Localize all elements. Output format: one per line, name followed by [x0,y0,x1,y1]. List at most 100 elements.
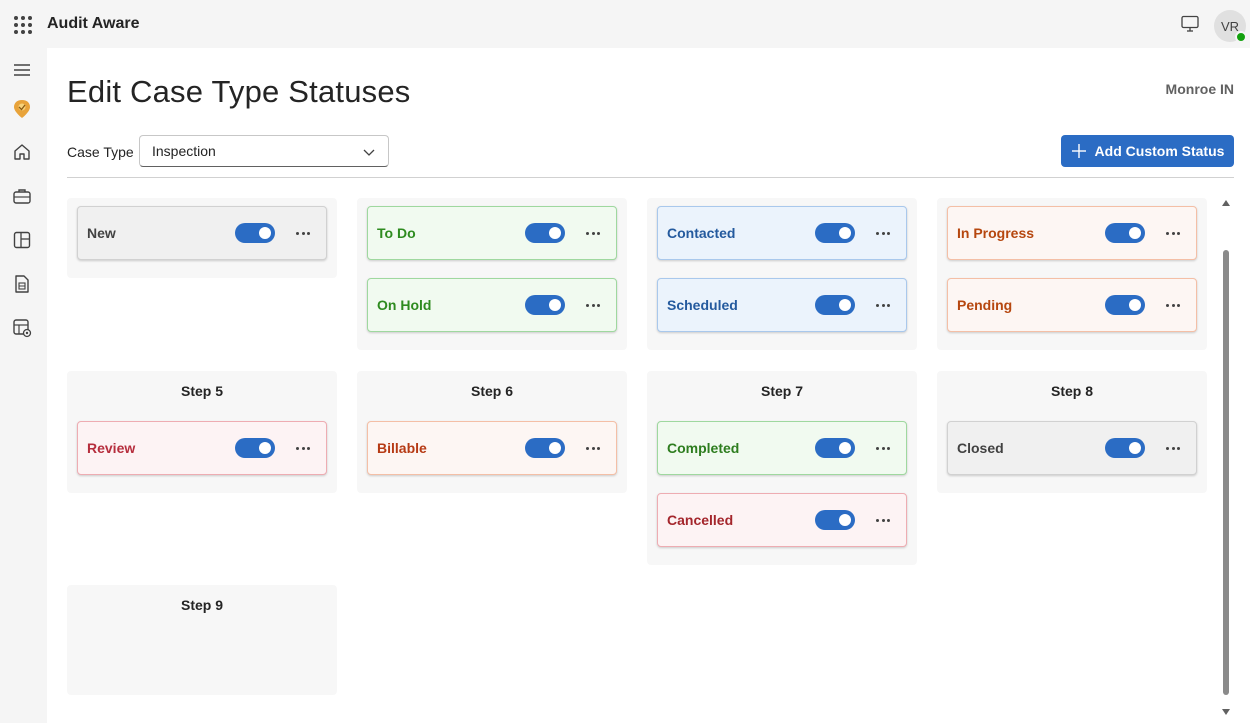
toggle-knob [839,514,851,526]
status-enabled-toggle[interactable] [815,510,855,530]
status-label: In Progress [957,225,1035,241]
more-options-icon[interactable] [874,296,892,314]
case-type-value: Inspection [152,143,216,159]
divider [67,177,1234,178]
more-options-icon[interactable] [874,439,892,457]
document-table-icon[interactable] [11,273,33,295]
more-options-icon[interactable] [1164,224,1182,242]
status-card[interactable]: To Do [367,206,617,260]
more-options-icon[interactable] [1164,439,1182,457]
plus-icon [1071,144,1086,158]
toggle-knob [839,442,851,454]
monitor-icon[interactable] [1180,15,1200,33]
more-options-icon[interactable] [294,224,312,242]
status-label: Pending [957,297,1013,313]
status-column: Step 8 Closed [937,371,1207,493]
more-options-icon[interactable] [584,224,602,242]
status-column: New [67,198,337,278]
status-enabled-toggle[interactable] [815,295,855,315]
scrollbar-thumb[interactable] [1223,250,1229,695]
toggle-knob [549,299,561,311]
status-enabled-toggle[interactable] [1105,223,1145,243]
status-card[interactable]: Billable [367,421,617,475]
scroll-up-arrow-icon[interactable] [1222,200,1230,206]
app-launcher-icon[interactable] [14,16,32,34]
column-title: Step 6 [470,383,513,399]
column-title: Step 5 [180,383,223,399]
status-card[interactable]: In Progress [947,206,1197,260]
toggle-knob [1129,227,1141,239]
toggle-knob [259,227,271,239]
status-card[interactable]: Completed [657,421,907,475]
more-options-icon[interactable] [294,439,312,457]
status-label: Cancelled [667,512,734,528]
status-enabled-toggle[interactable] [815,223,855,243]
status-enabled-toggle[interactable] [1105,438,1145,458]
case-type-dropdown[interactable]: Inspection [139,135,389,167]
toggle-knob [839,227,851,239]
status-column: To Do On Hold [357,198,627,350]
more-options-icon[interactable] [1164,296,1182,314]
status-label: Closed [957,440,1004,456]
left-nav-rail [0,48,47,723]
status-enabled-toggle[interactable] [525,438,565,458]
settings-table-icon[interactable] [11,317,33,339]
chevron-down-icon [363,149,375,156]
status-card[interactable]: Scheduled [657,278,907,332]
more-options-icon[interactable] [874,511,892,529]
user-initials: VR [1220,18,1240,34]
status-label: On Hold [377,297,432,313]
status-column: In Progress Pending [937,198,1207,350]
status-column: Step 9 [67,585,337,695]
status-enabled-toggle[interactable] [525,295,565,315]
vertical-scrollbar[interactable] [1220,200,1232,715]
status-label: New [87,225,116,241]
add-custom-status-button[interactable]: Add Custom Status [1061,135,1234,167]
top-bar: Audit Aware VR [0,0,1250,48]
page-title: Edit Case Type Statuses [67,74,411,109]
menu-icon[interactable] [11,59,33,81]
status-card[interactable]: Review [77,421,327,475]
status-card[interactable]: On Hold [367,278,617,332]
status-enabled-toggle[interactable] [525,223,565,243]
toggle-knob [259,442,271,454]
organization-name: Monroe IN [1165,81,1234,97]
status-enabled-toggle[interactable] [235,223,275,243]
app-logo-icon[interactable] [11,98,33,120]
status-label: Contacted [667,225,736,241]
board-icon[interactable] [11,229,33,251]
status-card[interactable]: New [77,206,327,260]
home-icon[interactable] [11,141,33,163]
status-label: To Do [377,225,416,241]
status-enabled-toggle[interactable] [815,438,855,458]
status-column: Contacted Scheduled [647,198,917,350]
more-options-icon[interactable] [874,224,892,242]
app-title: Audit Aware [47,15,140,32]
status-label: Completed [667,440,740,456]
status-label: Billable [377,440,427,456]
case-type-label: Case Type [67,144,134,160]
status-enabled-toggle[interactable] [1105,295,1145,315]
column-title: Step 9 [180,597,223,613]
toggle-knob [839,299,851,311]
toggle-knob [1129,442,1141,454]
more-options-icon[interactable] [584,439,602,457]
status-card[interactable]: Closed [947,421,1197,475]
scroll-down-arrow-icon[interactable] [1222,709,1230,715]
status-card[interactable]: Pending [947,278,1197,332]
more-options-icon[interactable] [584,296,602,314]
user-avatar[interactable]: VR [1214,10,1247,43]
column-title: Step 8 [1050,383,1093,399]
status-card[interactable]: Cancelled [657,493,907,547]
status-card[interactable]: Contacted [657,206,907,260]
status-column: Step 5 Review [67,371,337,493]
status-column: Step 7 Completed Cancelled [647,371,917,565]
status-label: Scheduled [667,297,738,313]
toggle-knob [1129,299,1141,311]
status-enabled-toggle[interactable] [235,438,275,458]
column-title: Step 7 [760,383,803,399]
status-label: Review [87,440,136,456]
briefcase-icon[interactable] [11,185,33,207]
status-column: Step 6 Billable [357,371,627,493]
toggle-knob [549,227,561,239]
